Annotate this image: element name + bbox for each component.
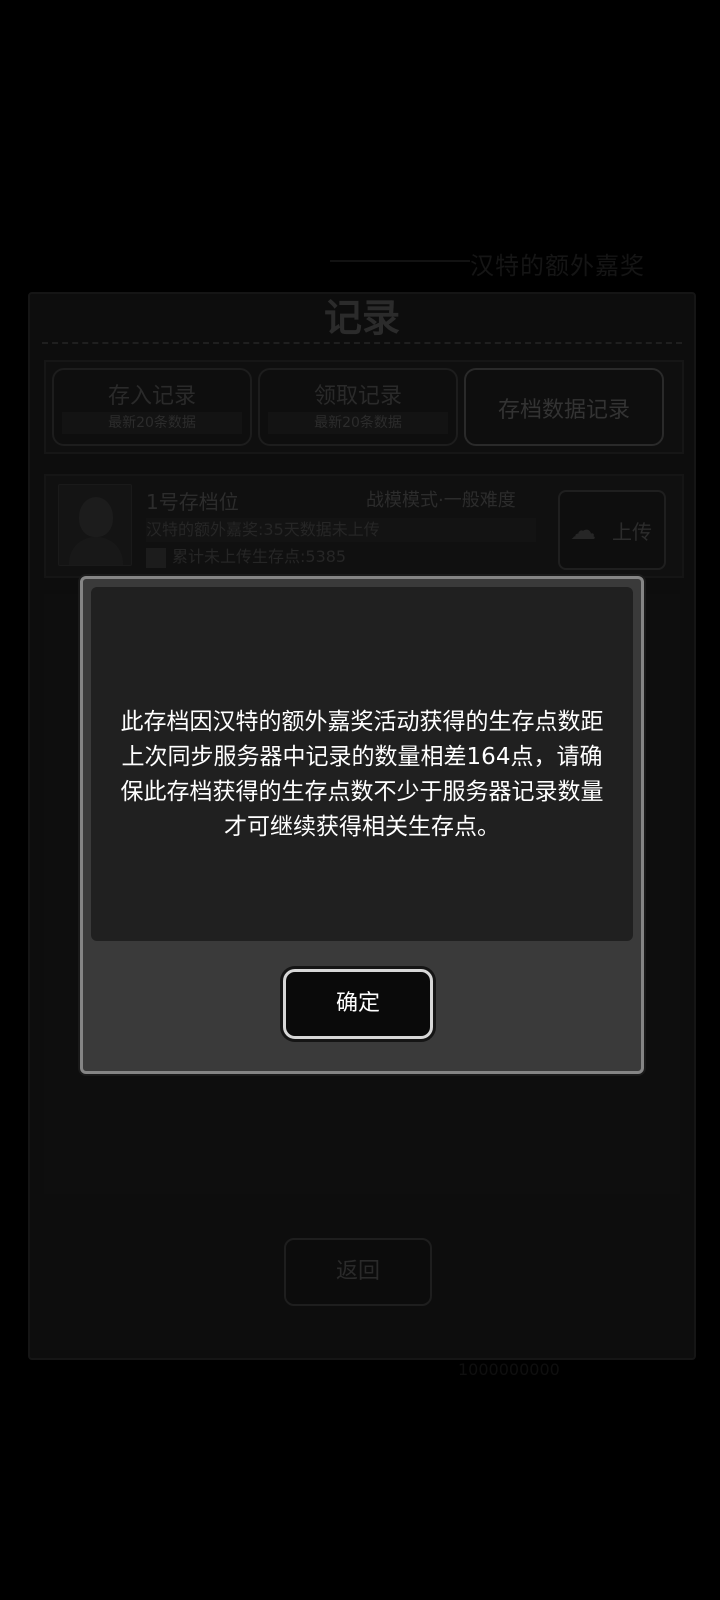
tab-label: 领取记录 xyxy=(313,384,402,409)
tab-label: 存档数据记录 xyxy=(497,398,630,423)
avatar xyxy=(58,484,132,566)
slot-name: 1号存档位 xyxy=(146,490,239,514)
tab-claim-records[interactable]: 领取记录 最新20条数据 xyxy=(258,368,458,446)
dialog-body: 此存档因汉特的额外嘉奖活动获得的生存点数距上次同步服务器中记录的数量相差164点… xyxy=(91,587,633,941)
tab-save-data-records[interactable]: 存档数据记录 xyxy=(464,368,664,446)
tab-sublabel: 最新20条数据 xyxy=(268,412,448,434)
slot-info-points-text: 累计未上传生存点:5385 xyxy=(172,547,347,566)
tab-deposit-records[interactable]: 存入记录 最新20条数据 xyxy=(52,368,252,446)
tab-sublabel: 最新20条数据 xyxy=(62,412,242,434)
upload-button[interactable]: ☁ 上传 xyxy=(558,490,666,570)
decor-line xyxy=(330,260,470,262)
back-button[interactable]: 返回 xyxy=(284,1238,432,1306)
alert-dialog: 此存档因汉特的额外嘉奖活动获得的生存点数距上次同步服务器中记录的数量相差164点… xyxy=(80,576,644,1074)
tab-label: 存入记录 xyxy=(107,384,196,409)
save-slot-card: 1号存档位 战模模式·一般难度 汉特的额外嘉奖:35天数据未上传 累计未上传生存… xyxy=(44,474,684,578)
cloud-upload-icon: ☁ xyxy=(570,516,596,546)
event-banner-text: 汉特的额外嘉奖 xyxy=(470,252,645,280)
dialog-message: 此存档因汉特的额外嘉奖活动获得的生存点数距上次同步服务器中记录的数量相差164点… xyxy=(120,709,604,840)
divider xyxy=(42,342,682,344)
radiation-icon xyxy=(146,547,166,568)
avatar-body xyxy=(69,537,123,565)
faint-number: 1000000000 xyxy=(458,1360,560,1379)
upload-label: 上传 xyxy=(612,520,652,544)
slot-info-days: 汉特的额外嘉奖:35天数据未上传 xyxy=(146,518,536,542)
tabs-row: 存入记录 最新20条数据 领取记录 最新20条数据 存档数据记录 xyxy=(44,360,684,454)
avatar-head xyxy=(79,497,113,537)
slot-info-points: 累计未上传生存点:5385 xyxy=(146,546,536,568)
confirm-button[interactable]: 确定 xyxy=(283,969,433,1039)
slot-mode: 战模模式·一般难度 xyxy=(366,490,516,511)
panel-title: 记录 xyxy=(323,296,400,340)
